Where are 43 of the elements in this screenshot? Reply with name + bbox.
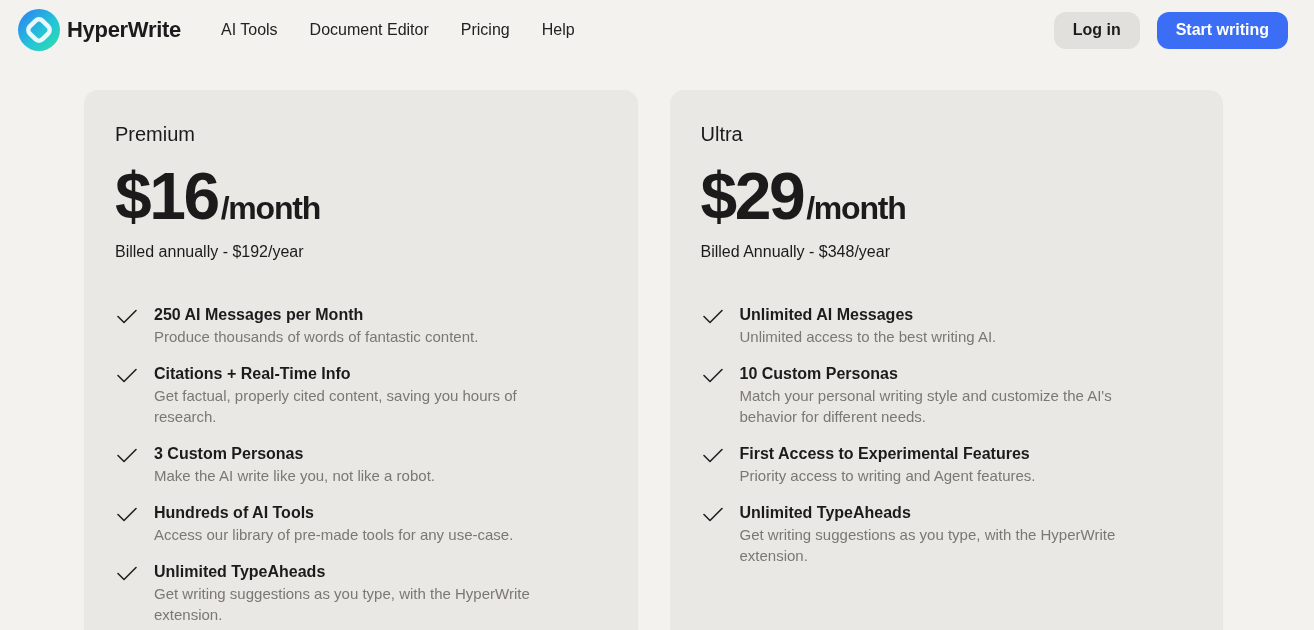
logo-icon[interactable] [18,9,60,51]
feature-title: 3 Custom Personas [154,444,305,464]
billing-note: Billed annually - $192/year [115,242,305,262]
feature-title: Unlimited AI Messages [739,305,915,325]
plan-name: Premium [115,122,196,146]
check-icon [702,368,723,383]
login-button[interactable]: Log in [1053,11,1140,49]
check-icon [702,309,723,324]
feature-description: Get writing suggestions as you type, with the HyperWrite extension. [154,584,531,625]
brand-name[interactable]: HyperWrite [67,17,181,43]
nav-link[interactable]: Document Editor [309,21,429,39]
feature-title: 250 AI Messages per Month [154,305,365,325]
feature-description: Produce thousands of words of fantastic content. [154,327,479,347]
check-icon [117,448,137,463]
start-writing-button[interactable]: Start writing [1156,11,1288,49]
check-icon [117,507,137,522]
nav-link[interactable]: AI Tools [220,21,278,39]
feature-title: Citations + Real-Time Info [154,364,352,384]
feature-description: Get factual, properly cited content, saving you hours of research. [154,386,518,427]
feature-title: Hundreds of AI Tools [154,503,315,523]
feature-description: Access our library of pre-made tools for any use-case. [154,525,514,545]
price-period: /month [806,190,906,227]
feature-title: 10 Custom Personas [739,364,899,384]
feature-title: Unlimited TypeAheads [739,503,912,523]
feature-description: Unlimited access to the best writing AI. [739,327,997,347]
plan-price: $16 [115,160,218,232]
plan-name: Ultra [700,122,744,146]
nav-link[interactable]: Help [541,21,575,39]
feature-description: Priority access to writing and Agent features. [739,466,1036,486]
feature-description: Match your personal writing style and customize the AI's behavior for different needs. [739,386,1113,427]
check-icon [702,507,723,522]
plan-price: $29 [700,160,804,232]
feature-description: Get writing suggestions as you type, with the HyperWrite extension. [739,525,1117,566]
billing-note: Billed Annually - $348/year [700,242,891,262]
nav-link[interactable]: Pricing [460,21,510,39]
check-icon [117,368,137,383]
check-icon [702,448,723,463]
check-icon [117,309,137,324]
feature-description: Make the AI write like you, not like a robot. [154,466,435,486]
feature-title: First Access to Experimental Features [739,444,1031,464]
check-icon [117,566,137,581]
feature-title: Unlimited TypeAheads [154,562,327,582]
price-period: /month [220,190,321,227]
